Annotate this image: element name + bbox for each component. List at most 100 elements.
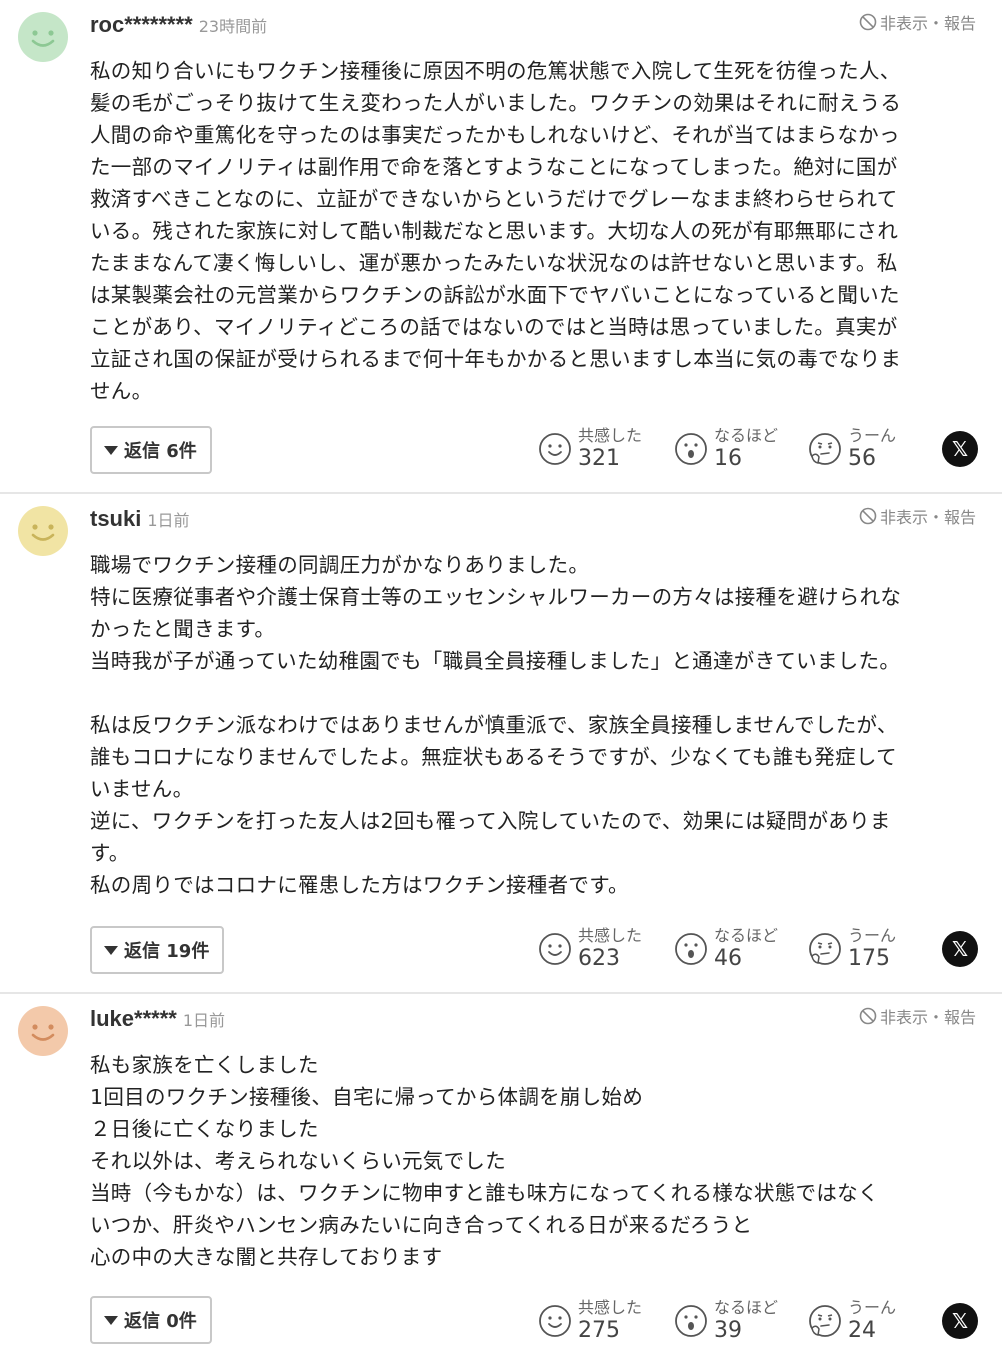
reaction-bar: 共感した 321 なるほど 16 うーん 56 𝕏 xyxy=(538,424,978,474)
thinking-icon xyxy=(809,1305,841,1337)
reply-toggle-button[interactable]: 返信 0件 xyxy=(90,1296,212,1344)
surprised-icon xyxy=(675,933,707,965)
comment-line: それ以外は、考えられないくらい元気でした xyxy=(90,1149,506,1173)
reaction-count: 275 xyxy=(578,1318,620,1343)
comment-meta: roc******** 23時間前 xyxy=(90,12,267,38)
share-x-button[interactable]: 𝕏 xyxy=(942,931,978,967)
comment-meta: tsuki 1日前 xyxy=(90,506,190,532)
comment-line: 逆に、ワクチンを打った友人は2回も罹って入院していたので、効果には疑問がありま xyxy=(90,809,891,833)
share-x-button[interactable]: 𝕏 xyxy=(942,431,978,467)
reaction-bar: 共感した 275 なるほど 39 うーん 24 𝕏 xyxy=(538,1296,978,1346)
reaction-label: なるほど xyxy=(714,1298,779,1317)
comment-line: いる。残された家族に対して酷い制裁だなと思います。大切な人の死が有耶無耶にされ xyxy=(90,219,899,243)
triangle-down-icon xyxy=(104,945,118,955)
avatar[interactable] xyxy=(18,506,68,556)
comment-line: いつか、肝炎やハンセン病みたいに向き合ってくれる日が来るだろうと xyxy=(90,1213,753,1237)
timestamp: 1日前 xyxy=(182,1011,226,1030)
reaction-empathy-button[interactable]: 共感した 275 xyxy=(538,1298,652,1344)
reaction-count: 16 xyxy=(714,446,742,471)
comment-line: たままなんて凄く悔しいし、運が悪かったみたいな状況なのは許せないと思います。私 xyxy=(90,251,898,275)
reply-count-label: 返信 19件 xyxy=(124,941,210,962)
comment-line: は某製薬会社の元営業からワクチンの訴訟が水面下でヤバいことになっていると聞いた xyxy=(90,283,900,307)
comment-line: 特に医療従事者や介護士保育士等のエッセンシャルワーカーの方々は接種を避けられな xyxy=(90,585,902,609)
comment-body: 職場でワクチン接種の同調圧力がかなりありました。 特に医療従事者や介護士保育士等… xyxy=(90,549,972,901)
comment-line: 髪の毛がごっそり抜けて生え変わった人がいました。ワクチンの効果はそれに耐えうる xyxy=(90,91,902,115)
comment-meta: luke***** 1日前 xyxy=(90,1006,225,1032)
report-link[interactable]: 非表示・報告 xyxy=(859,10,976,34)
comment-line: 立証され国の保証が受けられるまで何十年もかかると思いますし本当に気の毒でなりま xyxy=(90,347,902,371)
username[interactable]: tsuki xyxy=(90,506,141,532)
smile-icon xyxy=(539,1305,571,1337)
reaction-count: 56 xyxy=(848,446,876,471)
comment-line: 私は反ワクチン派なわけではありませんが慎重派で、家族全員接種しませんでしたが、 xyxy=(90,713,898,737)
report-label: 非表示・報告 xyxy=(879,508,976,527)
comment-line: 誰もコロナになりませんでしたよ。無症状もあるそうですが、少なくても誰も発症して xyxy=(90,745,897,769)
avatar[interactable] xyxy=(18,12,68,62)
triangle-down-icon xyxy=(104,1315,118,1325)
thinking-icon xyxy=(809,933,841,965)
reaction-count: 623 xyxy=(578,946,620,971)
comment-line: ２日後に亡くなりました xyxy=(90,1117,319,1141)
reaction-indeed-button[interactable]: なるほど 39 xyxy=(674,1298,786,1344)
reaction-count: 321 xyxy=(578,446,620,471)
thinking-icon xyxy=(809,433,841,465)
comment-body: 私の知り合いにもワクチン接種後に原因不明の危篤状態で入院して生死を彷徨った人、 … xyxy=(90,55,972,407)
reply-toggle-button[interactable]: 返信 19件 xyxy=(90,926,225,974)
reaction-count: 175 xyxy=(848,946,890,971)
comment-line: 当時我が子が通っていた幼稚園でも「職員全員接種しました」と通達がきていました。 xyxy=(90,649,901,673)
reaction-label: なるほど xyxy=(714,426,779,445)
reaction-hmm-button[interactable]: うーん 56 xyxy=(808,426,904,472)
report-link[interactable]: 非表示・報告 xyxy=(859,504,976,528)
reaction-empathy-button[interactable]: 共感した 623 xyxy=(538,926,652,972)
comment-body: 私も家族を亡くしました 1回目のワクチン接種後、自宅に帰ってから体調を崩し始め … xyxy=(90,1049,972,1273)
comment-line: 職場でワクチン接種の同調圧力がかなりありました。 xyxy=(90,553,590,577)
reaction-indeed-button[interactable]: なるほど 16 xyxy=(674,426,786,472)
reaction-label: 共感した xyxy=(578,926,643,945)
ban-icon xyxy=(859,13,877,31)
smile-avatar-icon xyxy=(18,1006,68,1056)
reaction-label: うーん xyxy=(848,926,897,945)
ban-icon xyxy=(859,1007,877,1025)
reply-toggle-button[interactable]: 返信 6件 xyxy=(90,426,212,474)
x-logo-icon: 𝕏 xyxy=(951,937,969,961)
comment-line: 私の知り合いにもワクチン接種後に原因不明の危篤状態で入院して生死を彷徨った人、 xyxy=(90,59,901,83)
comment-line xyxy=(90,677,972,709)
reaction-bar: 共感した 623 なるほど 46 うーん 175 𝕏 xyxy=(538,924,978,974)
reaction-label: 共感した xyxy=(578,1298,643,1317)
comment-line: いません。 xyxy=(90,777,194,801)
share-x-button[interactable]: 𝕏 xyxy=(942,1303,978,1339)
reply-count-label: 返信 0件 xyxy=(124,1311,197,1332)
smile-avatar-icon xyxy=(18,12,68,62)
comment-line: かったと聞きます。 xyxy=(90,617,276,641)
comment-line: た一部のマイノリティは副作用で命を落とすようなことになってしまった。絶対に国が xyxy=(90,155,898,179)
reaction-hmm-button[interactable]: うーん 175 xyxy=(808,926,904,972)
comment-line: せん。 xyxy=(90,379,153,403)
reaction-indeed-button[interactable]: なるほど 46 xyxy=(674,926,786,972)
avatar[interactable] xyxy=(18,1006,68,1056)
username[interactable]: roc******** xyxy=(90,12,193,38)
username[interactable]: luke***** xyxy=(90,1006,177,1032)
smile-icon xyxy=(539,433,571,465)
reaction-count: 24 xyxy=(848,1318,876,1343)
comment-line: 人間の命や重篤化を守ったのは事実だったかもしれないけど、それが当てはまらなかっ xyxy=(90,123,900,147)
reaction-label: 共感した xyxy=(578,426,643,445)
timestamp: 23時間前 xyxy=(198,17,268,36)
reaction-label: うーん xyxy=(848,426,897,445)
comment-line: 当時（今もかな）は、ワクチンに物申すと誰も味方になってくれる様な状態ではなく xyxy=(90,1181,879,1205)
reaction-count: 46 xyxy=(714,946,742,971)
x-logo-icon: 𝕏 xyxy=(951,1309,969,1333)
report-label: 非表示・報告 xyxy=(879,1008,976,1027)
surprised-icon xyxy=(675,433,707,465)
reaction-label: なるほど xyxy=(714,926,779,945)
reaction-label: うーん xyxy=(848,1298,897,1317)
comment-item: roc******** 23時間前 非表示・報告 私の知り合いにもワクチン接種後… xyxy=(0,0,1002,492)
comment-line: す。 xyxy=(90,841,130,865)
comment-line: 救済すべきことなのに、立証ができないからというだけでグレーなまま終わらせられて xyxy=(90,187,898,211)
reaction-empathy-button[interactable]: 共感した 321 xyxy=(538,426,652,472)
report-link[interactable]: 非表示・報告 xyxy=(859,1004,976,1028)
reaction-hmm-button[interactable]: うーん 24 xyxy=(808,1298,904,1344)
reaction-count: 39 xyxy=(714,1318,742,1343)
surprised-icon xyxy=(675,1305,707,1337)
triangle-down-icon xyxy=(104,445,118,455)
comment-line: 私も家族を亡くしました xyxy=(90,1053,319,1077)
